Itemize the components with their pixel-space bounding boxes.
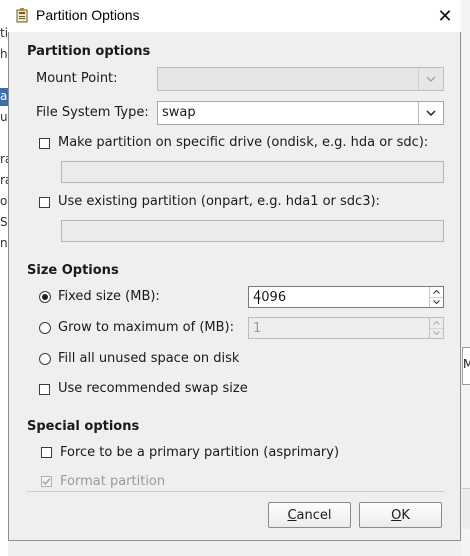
ok-button[interactable]: OK: [359, 502, 442, 528]
fs-type-combo[interactable]: swap: [157, 101, 444, 125]
background-text: ul: [0, 110, 8, 124]
size-options-heading: Size Options: [27, 263, 119, 278]
app-icon: [14, 8, 30, 24]
background-text: a: [0, 89, 8, 103]
grow-to-max-spinbox[interactable]: 1: [248, 317, 444, 339]
chevron-down-icon: [418, 68, 443, 90]
fill-space-label: Fill all unused space on disk: [58, 351, 240, 366]
primary-partition-checkbox[interactable]: [41, 447, 52, 458]
ok-mnemonic: O: [391, 507, 402, 523]
separator: [27, 491, 444, 492]
background-window-left: [0, 0, 8, 556]
recommended-swap-label: Use recommended swap size: [58, 381, 248, 396]
check-icon: [42, 477, 51, 486]
primary-partition-label: Force to be a primary partition (asprima…: [60, 445, 340, 460]
grow-to-max-radio[interactable]: [39, 322, 51, 334]
fixed-size-radio[interactable]: [39, 291, 51, 303]
format-partition-checkbox[interactable]: [41, 476, 52, 487]
text-caret: [258, 290, 259, 304]
onpart-input[interactable]: [61, 220, 444, 242]
recommended-swap-checkbox[interactable]: [39, 384, 50, 395]
spin-down-icon[interactable]: [430, 297, 443, 307]
ondisk-checkbox[interactable]: [39, 138, 50, 149]
fs-type-value: swap: [162, 105, 196, 120]
ondisk-label: Make partition on specific drive (ondisk…: [58, 135, 429, 150]
cancel-mnemonic: C: [287, 507, 297, 523]
cancel-label: ancel: [296, 507, 332, 523]
background-text: n: [0, 236, 8, 250]
background-text: ra: [0, 152, 8, 166]
background-text: ra: [0, 173, 8, 187]
fs-type-label: File System Type:: [36, 105, 149, 120]
background-text: o: [0, 194, 8, 208]
mount-point-combo[interactable]: [157, 67, 444, 91]
mount-point-label: Mount Point:: [36, 71, 118, 86]
ok-label: K: [401, 507, 410, 523]
grow-to-max-label: Grow to maximum of (MB):: [58, 320, 234, 335]
chevron-down-icon: [418, 102, 443, 124]
close-button[interactable]: ✕: [432, 4, 458, 28]
ondisk-input[interactable]: [61, 161, 444, 183]
format-partition-label: Format partition: [60, 474, 166, 489]
grow-to-max-value: 1: [253, 321, 262, 336]
background-text: M: [463, 357, 470, 371]
fixed-size-spinbox[interactable]: 4096: [248, 286, 444, 308]
partition-options-heading: Partition options: [27, 44, 151, 59]
spin-down-icon[interactable]: [430, 328, 443, 338]
cancel-button[interactable]: Cancel: [268, 502, 351, 528]
background-text: h: [0, 47, 8, 61]
background-text: ti: [0, 26, 8, 40]
fill-space-radio[interactable]: [39, 353, 51, 365]
special-options-heading: Special options: [27, 419, 140, 434]
window-title: Partition Options: [36, 7, 140, 23]
background-text: S: [0, 215, 8, 229]
background-panel: [462, 488, 470, 529]
onpart-checkbox[interactable]: [39, 197, 50, 208]
close-icon: ✕: [437, 5, 453, 27]
fixed-size-label: Fixed size (MB):: [58, 289, 160, 304]
background-window-right: [461, 0, 470, 556]
onpart-label: Use existing partition (onpart, e.g. hda…: [58, 194, 380, 209]
